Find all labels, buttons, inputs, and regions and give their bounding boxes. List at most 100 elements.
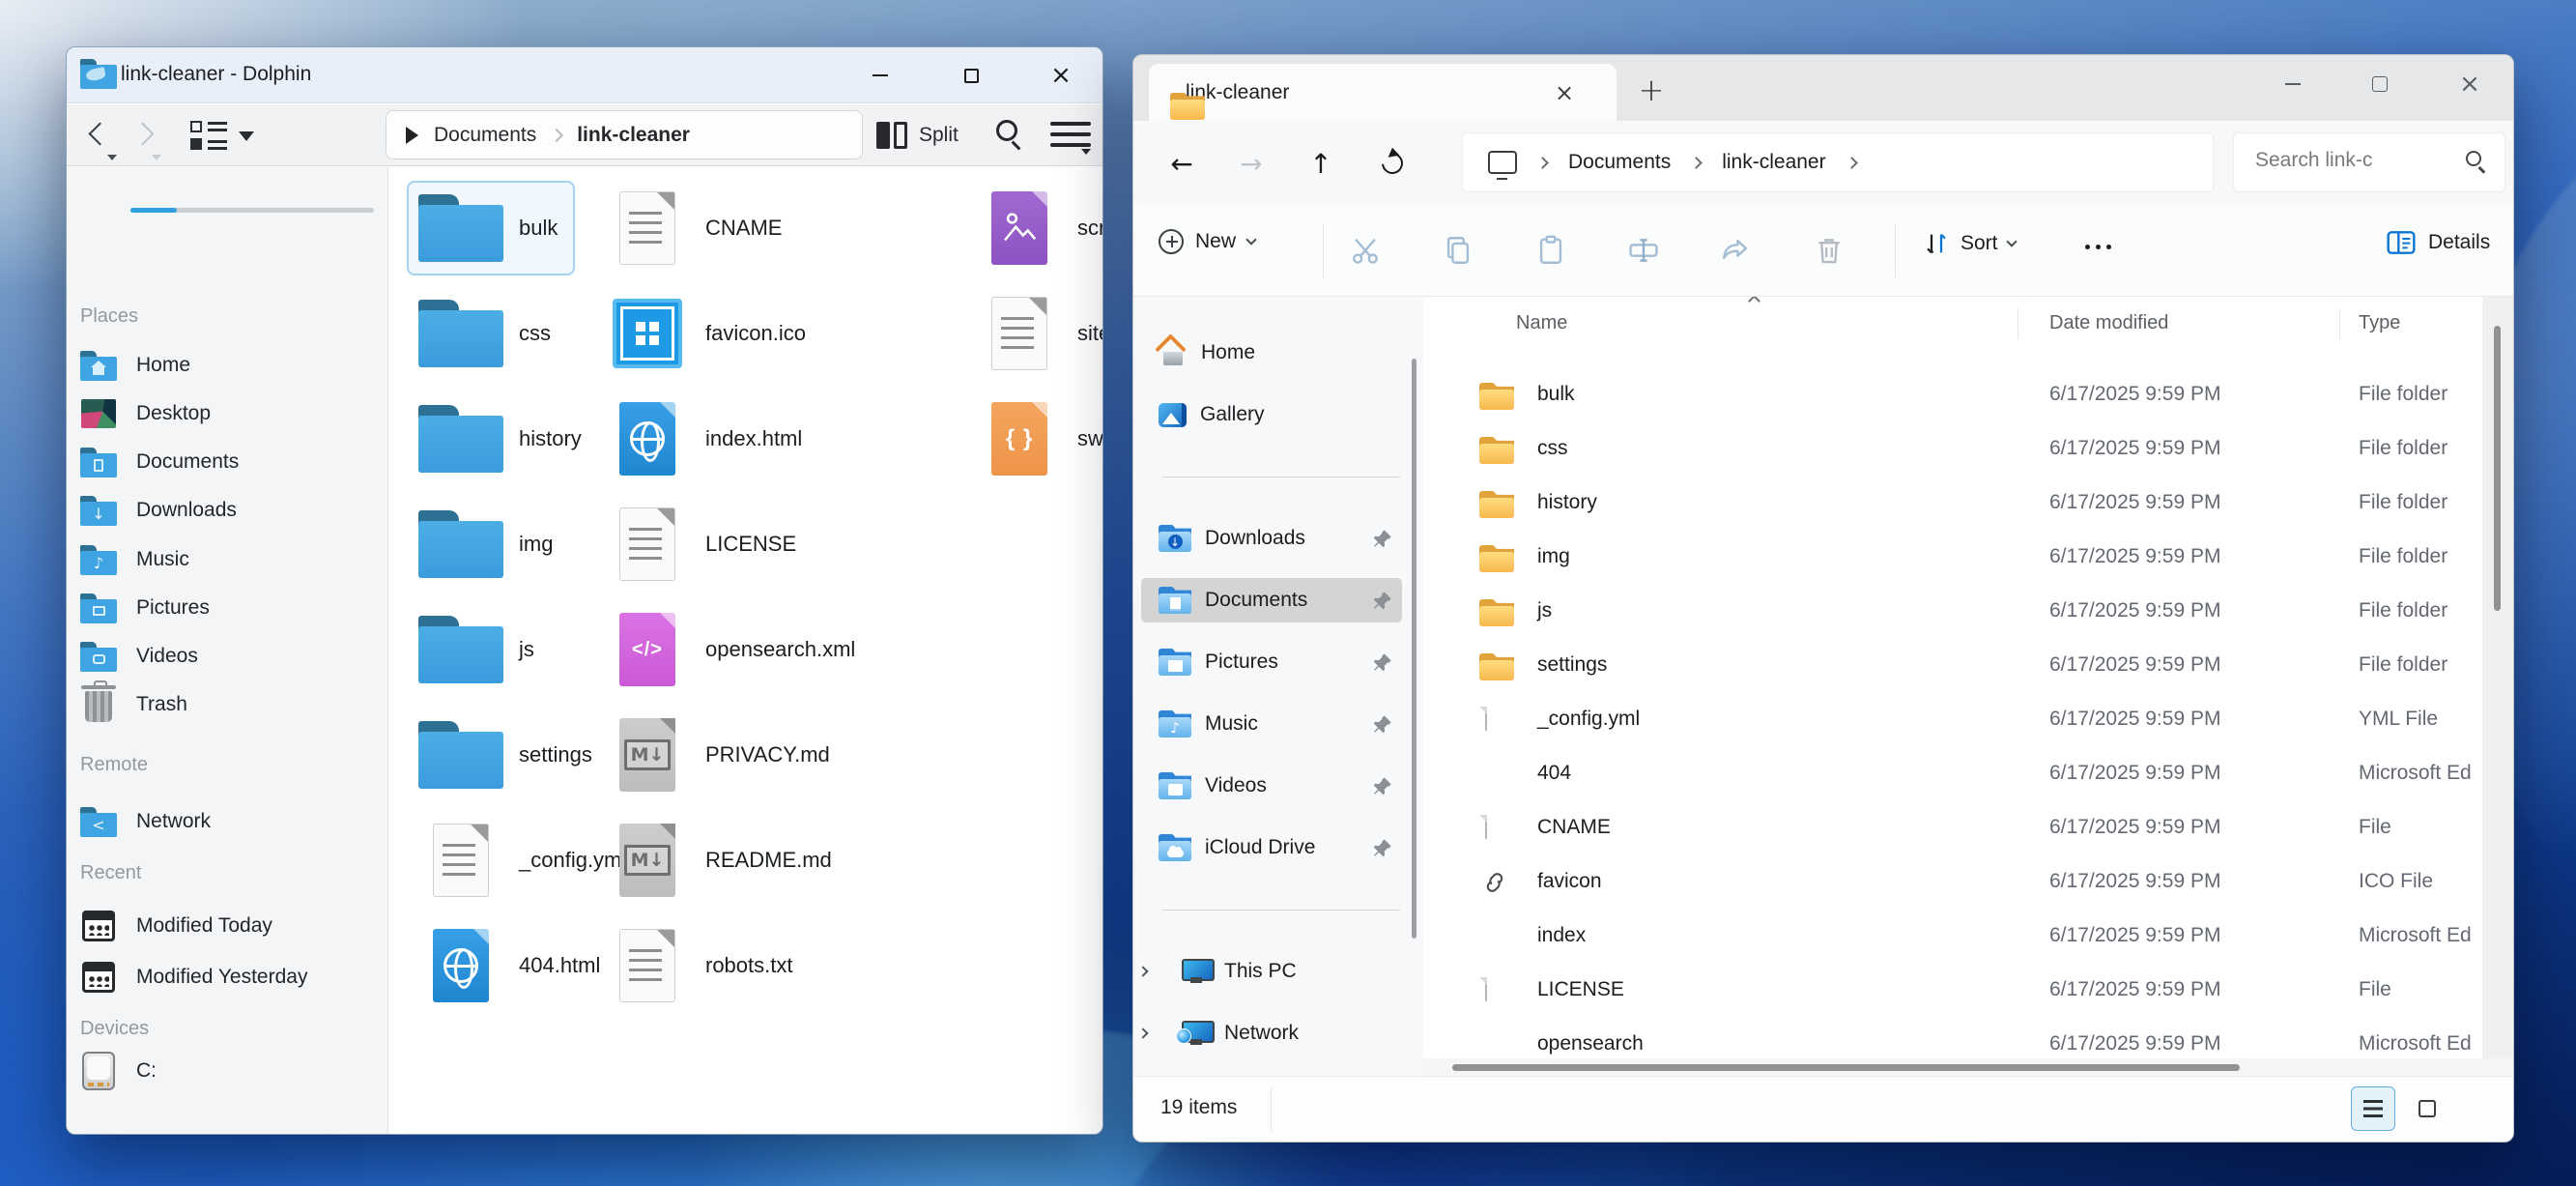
sidebar-item-home[interactable]: Home xyxy=(67,343,388,388)
delete-icon[interactable] xyxy=(1810,231,1848,270)
back-icon[interactable] xyxy=(88,122,112,146)
breadcrumb-item-link-cleaner[interactable]: link-cleaner xyxy=(1722,151,1825,174)
dolphin-titlebar[interactable]: link-cleaner - Dolphin × xyxy=(67,47,1102,103)
sidebar-item-downloads[interactable]: ↓ Downloads xyxy=(67,488,388,533)
chevron-right-icon[interactable] xyxy=(1845,156,1858,169)
file-item-cname[interactable]: CNAME xyxy=(593,181,799,275)
file-item-opensearch-xml[interactable]: </> opensearch.xml xyxy=(593,602,873,697)
file-row-css[interactable]: css 6/17/2025 9:59 PM File folder xyxy=(1423,423,2482,477)
column-header-type[interactable]: Type xyxy=(2359,312,2400,334)
forward-icon[interactable] xyxy=(130,122,155,146)
sidebar-item-pictures[interactable]: Pictures xyxy=(1141,640,1402,684)
file-row-opensearch[interactable]: opensearch 6/17/2025 9:59 PM Microsoft E… xyxy=(1423,1019,2482,1058)
expand-chevron-icon[interactable] xyxy=(1137,966,1149,977)
search-input[interactable] xyxy=(2255,149,2448,172)
minimize-button[interactable] xyxy=(856,57,904,94)
file-item-sw-js[interactable]: { } sw.j xyxy=(965,391,1102,486)
close-button[interactable]: × xyxy=(2443,63,2497,105)
sidebar-scrollbar[interactable] xyxy=(1412,359,1417,939)
file-row-index[interactable]: index 6/17/2025 9:59 PM Microsoft Ed xyxy=(1423,911,2482,965)
file-item-js[interactable]: js xyxy=(407,602,552,697)
sidebar-item-modified-today[interactable]: Modified Today xyxy=(67,904,388,948)
view-mode-icon[interactable] xyxy=(190,120,229,153)
chevron-right-icon[interactable] xyxy=(1690,156,1703,169)
dolphin-file-view[interactable]: bulk css history img js settings _config… xyxy=(389,167,1102,1134)
sidebar-item-downloads[interactable]: ↓ Downloads xyxy=(1141,516,1402,561)
refresh-icon[interactable] xyxy=(1371,142,1414,185)
file-item-license[interactable]: LICENSE xyxy=(593,497,814,592)
forward-history-caret-icon[interactable] xyxy=(152,155,161,160)
details-button[interactable]: Details xyxy=(2386,229,2490,256)
sidebar-item-trash[interactable]: Trash xyxy=(67,680,388,727)
sidebar-item-drive-c[interactable]: C: xyxy=(67,1049,388,1093)
file-item-history[interactable]: history xyxy=(407,391,599,486)
details-view-toggle[interactable] xyxy=(2351,1086,2395,1131)
sidebar-item-documents[interactable]: Documents xyxy=(67,440,388,484)
breadcrumb[interactable]: Documents link-cleaner xyxy=(1462,132,2214,192)
sidebar-item-home[interactable]: Home xyxy=(1141,331,1402,375)
view-mode-caret-icon[interactable] xyxy=(239,131,254,141)
file-row-bulk[interactable]: bulk 6/17/2025 9:59 PM File folder xyxy=(1423,369,2482,423)
breadcrumb[interactable]: Documents link-cleaner xyxy=(386,110,863,159)
file-item-sitemap[interactable]: site xyxy=(965,286,1102,381)
sidebar-item-pictures[interactable]: Pictures xyxy=(67,586,388,630)
file-item-favicon-ico[interactable]: favicon.ico xyxy=(593,286,823,381)
paste-icon[interactable] xyxy=(1531,231,1570,270)
search-icon[interactable] xyxy=(996,120,1017,141)
chevron-right-icon[interactable] xyxy=(1536,156,1549,169)
sidebar-item-this-pc[interactable]: This PC xyxy=(1137,949,1402,994)
vertical-scrollbar-track[interactable] xyxy=(2482,297,2513,1058)
forward-icon[interactable]: → xyxy=(1230,142,1273,185)
file-row-img[interactable]: img 6/17/2025 9:59 PM File folder xyxy=(1423,532,2482,586)
tab-link-cleaner[interactable]: link-cleaner × xyxy=(1149,64,1617,121)
file-item-css[interactable]: css xyxy=(407,286,568,381)
file-row-history[interactable]: history 6/17/2025 9:59 PM File folder xyxy=(1423,477,2482,532)
file-item-img[interactable]: img xyxy=(407,497,570,592)
close-button[interactable]: × xyxy=(1037,57,1085,94)
split-button[interactable]: Split xyxy=(876,116,959,155)
file-row-404[interactable]: 404 6/17/2025 9:59 PM Microsoft Ed xyxy=(1423,748,2482,802)
sidebar-item-gallery[interactable]: Gallery xyxy=(1141,392,1402,437)
breadcrumb-item-current[interactable]: link-cleaner xyxy=(577,124,690,147)
sidebar-item-documents[interactable]: Documents xyxy=(1141,578,1402,622)
file-row-js[interactable]: js 6/17/2025 9:59 PM File folder xyxy=(1423,586,2482,640)
file-item-readme-md[interactable]: M↓ README.md xyxy=(593,813,849,908)
file-row-license[interactable]: LICENSE 6/17/2025 9:59 PM File xyxy=(1423,965,2482,1019)
sort-button[interactable]: Sort xyxy=(1922,229,2018,258)
expand-chevron-icon[interactable] xyxy=(1137,1027,1149,1039)
sidebar-item-icloud-drive[interactable]: iCloud Drive xyxy=(1141,825,1402,870)
search-icon[interactable] xyxy=(2466,151,2481,166)
hamburger-menu-icon[interactable] xyxy=(1050,122,1091,155)
horizontal-scrollbar-thumb[interactable] xyxy=(1452,1064,2240,1071)
file-row-settings[interactable]: settings 6/17/2025 9:59 PM File folder xyxy=(1423,640,2482,694)
maximize-button[interactable] xyxy=(947,57,995,94)
new-tab-button[interactable]: + xyxy=(1632,71,1671,109)
search-box[interactable] xyxy=(2233,132,2505,192)
file-row-config-yml[interactable]: _config.yml 6/17/2025 9:59 PM YML File xyxy=(1423,694,2482,748)
minimize-button[interactable] xyxy=(2266,63,2320,105)
horizontal-scrollbar-track[interactable] xyxy=(1423,1058,2513,1076)
large-icons-view-toggle[interactable] xyxy=(2405,1086,2449,1131)
breadcrumb-item-documents[interactable]: Documents xyxy=(434,124,536,147)
file-item-screenshot[interactable]: scre xyxy=(965,181,1102,275)
back-history-caret-icon[interactable] xyxy=(107,155,117,160)
sidebar-item-desktop[interactable]: Desktop xyxy=(67,391,388,436)
column-separator[interactable] xyxy=(2339,308,2340,339)
vertical-scrollbar-thumb[interactable] xyxy=(2494,326,2501,611)
new-button[interactable]: New xyxy=(1159,229,1257,254)
file-row-favicon[interactable]: favicon 6/17/2025 9:59 PM ICO File xyxy=(1423,856,2482,911)
rename-icon[interactable] xyxy=(1624,231,1663,270)
share-icon[interactable] xyxy=(1717,231,1756,270)
file-item-privacy-md[interactable]: M↓ PRIVACY.md xyxy=(593,708,847,802)
column-header-name[interactable]: Name xyxy=(1516,312,1567,334)
breadcrumb-item-documents[interactable]: Documents xyxy=(1568,151,1671,174)
sidebar-item-network[interactable]: Network xyxy=(1137,1011,1402,1056)
file-item-settings[interactable]: settings xyxy=(407,708,610,802)
sidebar-item-network[interactable]: < Network xyxy=(67,799,388,844)
sidebar-item-modified-yesterday[interactable]: Modified Yesterday xyxy=(67,955,388,999)
file-row-cname[interactable]: CNAME 6/17/2025 9:59 PM File xyxy=(1423,802,2482,856)
this-pc-icon[interactable] xyxy=(1488,151,1517,180)
sidebar-item-music[interactable]: ♪ Music xyxy=(67,537,388,582)
file-item-index-html[interactable]: index.html xyxy=(593,391,819,486)
up-icon[interactable]: ↑ xyxy=(1300,142,1342,185)
